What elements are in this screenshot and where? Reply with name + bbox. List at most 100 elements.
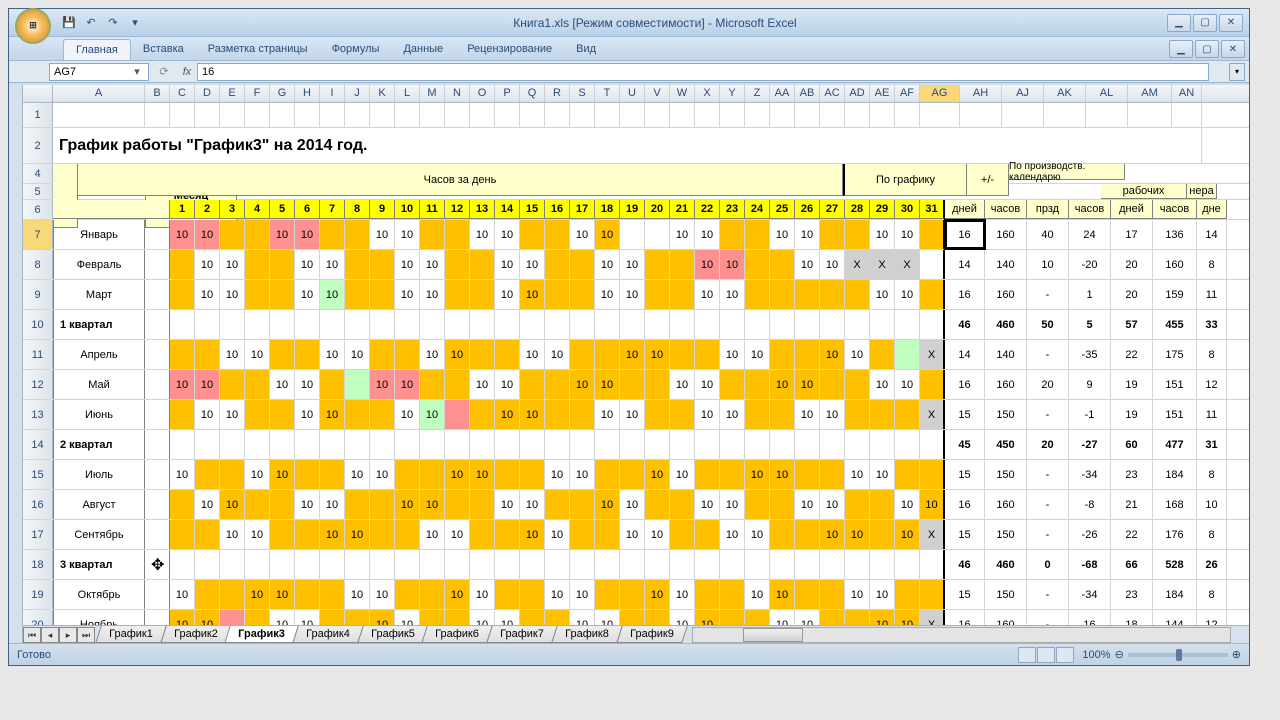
cell[interactable] (495, 580, 520, 609)
cell[interactable]: 10 (295, 610, 320, 625)
cell[interactable] (470, 340, 495, 369)
cell[interactable]: 10 (395, 250, 420, 279)
cell[interactable] (745, 610, 770, 625)
cell[interactable]: 10 (270, 610, 295, 625)
cell[interactable] (495, 340, 520, 369)
cell[interactable]: 27 (820, 200, 845, 219)
cell[interactable]: 10 (220, 340, 245, 369)
cell[interactable] (145, 310, 170, 339)
cell[interactable]: 10 (420, 340, 445, 369)
cell[interactable] (520, 580, 545, 609)
cell[interactable] (445, 310, 470, 339)
cell[interactable]: 160 (985, 280, 1027, 309)
cell[interactable] (620, 430, 645, 459)
cell[interactable]: 10 (695, 370, 720, 399)
cell[interactable] (570, 103, 595, 127)
cell[interactable] (345, 550, 370, 579)
cell[interactable]: 160 (985, 370, 1027, 399)
cell[interactable] (220, 550, 245, 579)
cell[interactable]: 159 (1153, 280, 1197, 309)
cell[interactable]: 1 квартал (53, 310, 145, 339)
cell[interactable]: 10 (595, 400, 620, 429)
cell[interactable]: - (1027, 610, 1069, 625)
cell[interactable] (845, 103, 870, 127)
cell[interactable]: дней (1111, 200, 1153, 219)
cell[interactable]: 10 (470, 460, 495, 489)
cell[interactable]: 10 (495, 370, 520, 399)
cell[interactable] (270, 520, 295, 549)
cell[interactable] (345, 490, 370, 519)
cell[interactable]: 10 (545, 340, 570, 369)
cell[interactable]: 10 (870, 460, 895, 489)
cell[interactable]: - (1027, 520, 1069, 549)
cell[interactable] (770, 520, 795, 549)
cell[interactable] (470, 490, 495, 519)
cell[interactable]: 10 (195, 250, 220, 279)
cell[interactable] (960, 103, 1002, 127)
column-header[interactable]: T (595, 85, 620, 102)
cell[interactable]: 8 (1197, 340, 1227, 369)
close-button[interactable]: ✕ (1219, 14, 1243, 32)
cell[interactable] (170, 310, 195, 339)
cell[interactable]: 10 (395, 370, 420, 399)
cell[interactable] (395, 310, 420, 339)
cell[interactable]: 10 (895, 490, 920, 519)
row-header[interactable]: 17 (23, 520, 53, 549)
cell[interactable] (495, 520, 520, 549)
cell[interactable] (245, 490, 270, 519)
cell[interactable] (245, 280, 270, 309)
zoom-out-button[interactable]: ⊖ (1115, 648, 1124, 661)
cell[interactable] (245, 250, 270, 279)
row-header[interactable]: 18 (23, 550, 53, 579)
cell[interactable]: 1 (170, 200, 195, 219)
cell[interactable]: 10 (345, 340, 370, 369)
row-header[interactable]: 12 (23, 370, 53, 399)
cell[interactable]: 10 (445, 340, 470, 369)
cell[interactable]: -68 (1069, 550, 1111, 579)
cell[interactable] (770, 340, 795, 369)
cell[interactable] (195, 520, 220, 549)
column-header[interactable]: J (345, 85, 370, 102)
cell[interactable]: 10 (245, 460, 270, 489)
cell[interactable] (445, 250, 470, 279)
column-header[interactable]: Z (745, 85, 770, 102)
cell[interactable] (820, 310, 845, 339)
cell[interactable]: Март (53, 280, 145, 309)
cell[interactable] (370, 490, 395, 519)
cell[interactable] (270, 250, 295, 279)
cell[interactable]: 10 (595, 490, 620, 519)
cell[interactable]: 150 (985, 460, 1027, 489)
layout-view-button[interactable] (1037, 647, 1055, 663)
cell[interactable]: 10 (620, 490, 645, 519)
cell[interactable]: 10 (720, 250, 745, 279)
cell[interactable] (470, 280, 495, 309)
cell[interactable]: 528 (1153, 550, 1197, 579)
cell[interactable] (395, 550, 420, 579)
cell[interactable] (545, 430, 570, 459)
cell[interactable]: Часов за день (78, 164, 843, 196)
cell[interactable] (820, 460, 845, 489)
cell[interactable]: -27 (1069, 430, 1111, 459)
cell[interactable] (920, 580, 945, 609)
column-header[interactable]: R (545, 85, 570, 102)
cell[interactable]: -8 (1069, 490, 1111, 519)
cell[interactable]: 10 (295, 400, 320, 429)
cell[interactable] (295, 340, 320, 369)
cell[interactable]: нера (1187, 184, 1217, 199)
cell[interactable]: Ноябрь (53, 610, 145, 625)
cell[interactable]: 19 (620, 200, 645, 219)
cell[interactable] (145, 610, 170, 625)
cell[interactable]: 20 (1027, 430, 1069, 459)
cell[interactable] (395, 580, 420, 609)
cell[interactable]: 45 (945, 430, 985, 459)
column-header[interactable]: V (645, 85, 670, 102)
cell[interactable] (470, 103, 495, 127)
cell[interactable] (545, 103, 570, 127)
cell[interactable] (470, 550, 495, 579)
cell[interactable] (195, 103, 220, 127)
cell[interactable] (770, 400, 795, 429)
cell[interactable]: 14 (495, 200, 520, 219)
cell[interactable] (795, 280, 820, 309)
cell[interactable] (720, 220, 745, 249)
cell[interactable] (795, 460, 820, 489)
